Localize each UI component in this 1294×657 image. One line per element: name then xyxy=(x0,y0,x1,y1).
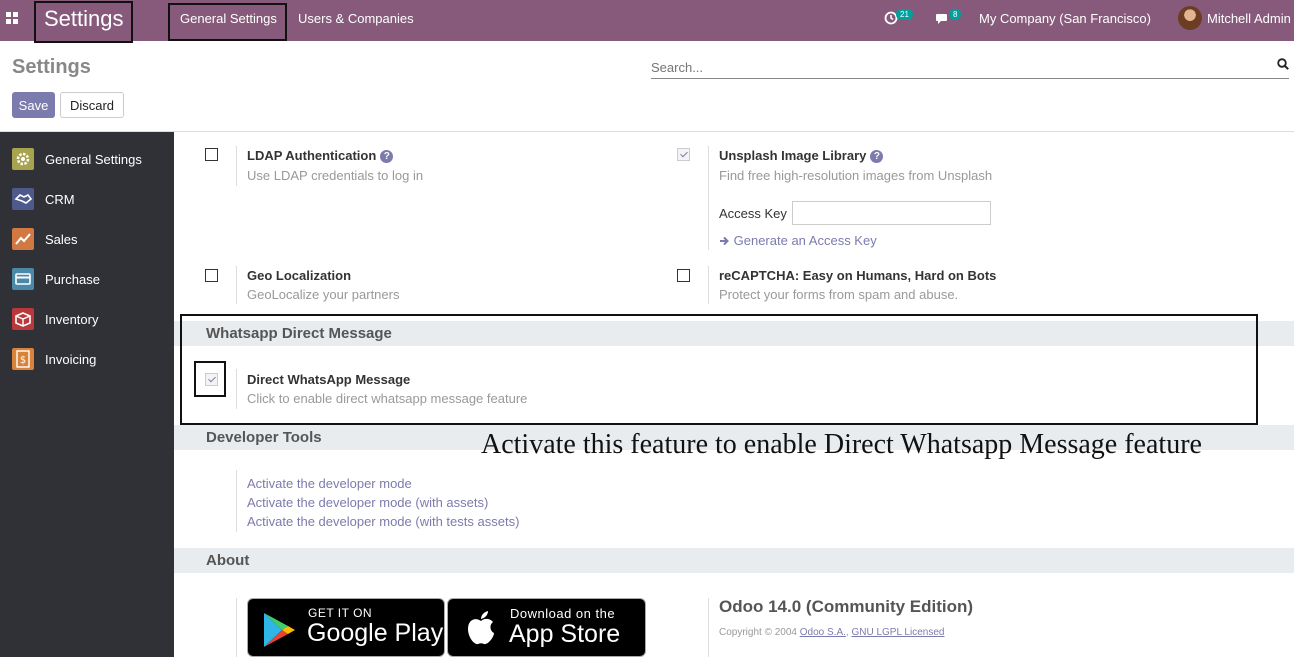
unsplash-checkbox[interactable] xyxy=(677,148,690,161)
ldap-title-text: LDAP Authentication xyxy=(247,148,377,163)
divider xyxy=(236,470,237,532)
highlight-box-brand xyxy=(34,1,133,43)
card-icon xyxy=(12,268,34,290)
developer-mode-tests-link[interactable]: Activate the developer mode (with tests … xyxy=(247,514,519,529)
company-switcher[interactable]: My Company (San Francisco) xyxy=(979,11,1151,26)
sidebar-item-inventory[interactable]: Inventory xyxy=(0,300,174,340)
app-store-big-text: App Store xyxy=(509,620,621,648)
developer-mode-assets-link[interactable]: Activate the developer mode (with assets… xyxy=(247,495,488,510)
svg-text:$: $ xyxy=(20,355,26,366)
sidebar-item-label: General Settings xyxy=(45,152,142,167)
chart-icon xyxy=(12,228,34,250)
highlight-box-general-settings xyxy=(168,3,287,41)
divider xyxy=(708,146,709,250)
ldap-title: LDAP Authentication? xyxy=(247,148,394,163)
unsplash-description: Find free high-resolution images from Un… xyxy=(719,168,993,183)
app-store-badge[interactable]: Download on the App Store xyxy=(447,598,646,657)
section-title: Developer Tools xyxy=(206,429,322,446)
generate-access-key-link[interactable]: Generate an Access Key xyxy=(719,233,877,248)
sidebar-item-label: CRM xyxy=(45,192,75,207)
menu-users-companies[interactable]: Users & Companies xyxy=(298,11,414,26)
apple-icon xyxy=(468,611,494,645)
save-button[interactable]: Save xyxy=(12,92,55,118)
access-key-label: Access Key xyxy=(719,206,787,221)
arrow-right-icon xyxy=(720,236,729,246)
user-avatar[interactable] xyxy=(1178,6,1202,30)
app-store-small-text: Download on the xyxy=(510,606,616,621)
recaptcha-description: Protect your forms from spam and abuse. xyxy=(719,287,959,302)
odoo-edition: Odoo 14.0 (Community Edition) xyxy=(719,597,974,616)
access-key-input[interactable] xyxy=(792,201,991,225)
developer-mode-link[interactable]: Activate the developer mode xyxy=(247,476,412,491)
copyright-text: Copyright © 2004 xyxy=(719,627,797,638)
google-play-badge[interactable]: GET IT ON Google Play xyxy=(247,598,445,657)
search-input[interactable] xyxy=(651,51,1289,79)
geo-description: GeoLocalize your partners xyxy=(247,287,400,302)
unsplash-title-text: Unsplash Image Library xyxy=(719,148,867,163)
divider xyxy=(236,266,237,304)
gear-icon xyxy=(12,148,34,170)
sidebar-item-general-settings[interactable]: General Settings xyxy=(0,140,174,180)
highlight-box-whatsapp-section xyxy=(180,314,1258,425)
generate-access-key-text: Generate an Access Key xyxy=(733,233,877,248)
sidebar-item-sales[interactable]: Sales xyxy=(0,220,174,260)
help-icon[interactable]: ? xyxy=(870,150,884,163)
license-link[interactable]: GNU LGPL Licensed xyxy=(851,627,944,638)
recaptcha-title: reCAPTCHA: Easy on Humans, Hard on Bots xyxy=(719,268,997,283)
google-play-big-text: Google Play xyxy=(307,619,444,647)
about-section-header: About xyxy=(174,548,1294,573)
user-menu[interactable]: Mitchell Admin xyxy=(1207,11,1291,26)
recaptcha-checkbox[interactable] xyxy=(677,269,690,282)
activity-badge: 21 xyxy=(896,9,913,20)
geo-title: Geo Localization xyxy=(247,268,352,283)
google-play-small-text: GET IT ON xyxy=(308,606,373,620)
apps-menu-icon[interactable] xyxy=(6,12,19,25)
sidebar-item-label: Sales xyxy=(45,232,78,247)
sidebar-item-label: Inventory xyxy=(45,312,99,327)
highlight-box-whatsapp-checkbox xyxy=(194,361,226,397)
divider xyxy=(236,598,237,657)
dollar-icon: $ xyxy=(12,348,34,370)
discard-button[interactable]: Discard xyxy=(60,92,124,118)
google-play-icon xyxy=(264,613,295,647)
divider xyxy=(708,598,709,657)
ldap-checkbox[interactable] xyxy=(205,148,218,161)
page-title: Settings xyxy=(12,56,91,78)
divider xyxy=(708,266,709,304)
divider xyxy=(236,146,237,186)
handshake-icon xyxy=(12,188,34,210)
sidebar-item-crm[interactable]: CRM xyxy=(0,180,174,220)
sidebar-item-label: Purchase xyxy=(45,272,100,287)
ldap-description: Use LDAP credentials to log in xyxy=(247,168,424,183)
geo-checkbox[interactable] xyxy=(205,269,218,282)
settings-sidebar: General Settings CRM Sales Purchase Inve… xyxy=(0,132,174,657)
copyright: Copyright © 2004 Odoo S.A., GNU LGPL Lic… xyxy=(719,627,945,638)
messages-badge: 8 xyxy=(949,9,962,20)
sidebar-item-purchase[interactable]: Purchase xyxy=(0,260,174,300)
odoo-company-link[interactable]: Odoo S.A. xyxy=(800,627,846,638)
box-icon xyxy=(12,308,34,330)
unsplash-title: Unsplash Image Library? xyxy=(719,148,884,163)
help-icon[interactable]: ? xyxy=(380,150,394,163)
sidebar-item-label: Invoicing xyxy=(45,352,97,367)
search-icon[interactable] xyxy=(1277,58,1289,70)
section-title: About xyxy=(206,552,250,569)
annotation-text: Activate this feature to enable Direct W… xyxy=(481,429,1202,460)
sidebar-item-invoicing[interactable]: $ Invoicing xyxy=(0,340,174,380)
